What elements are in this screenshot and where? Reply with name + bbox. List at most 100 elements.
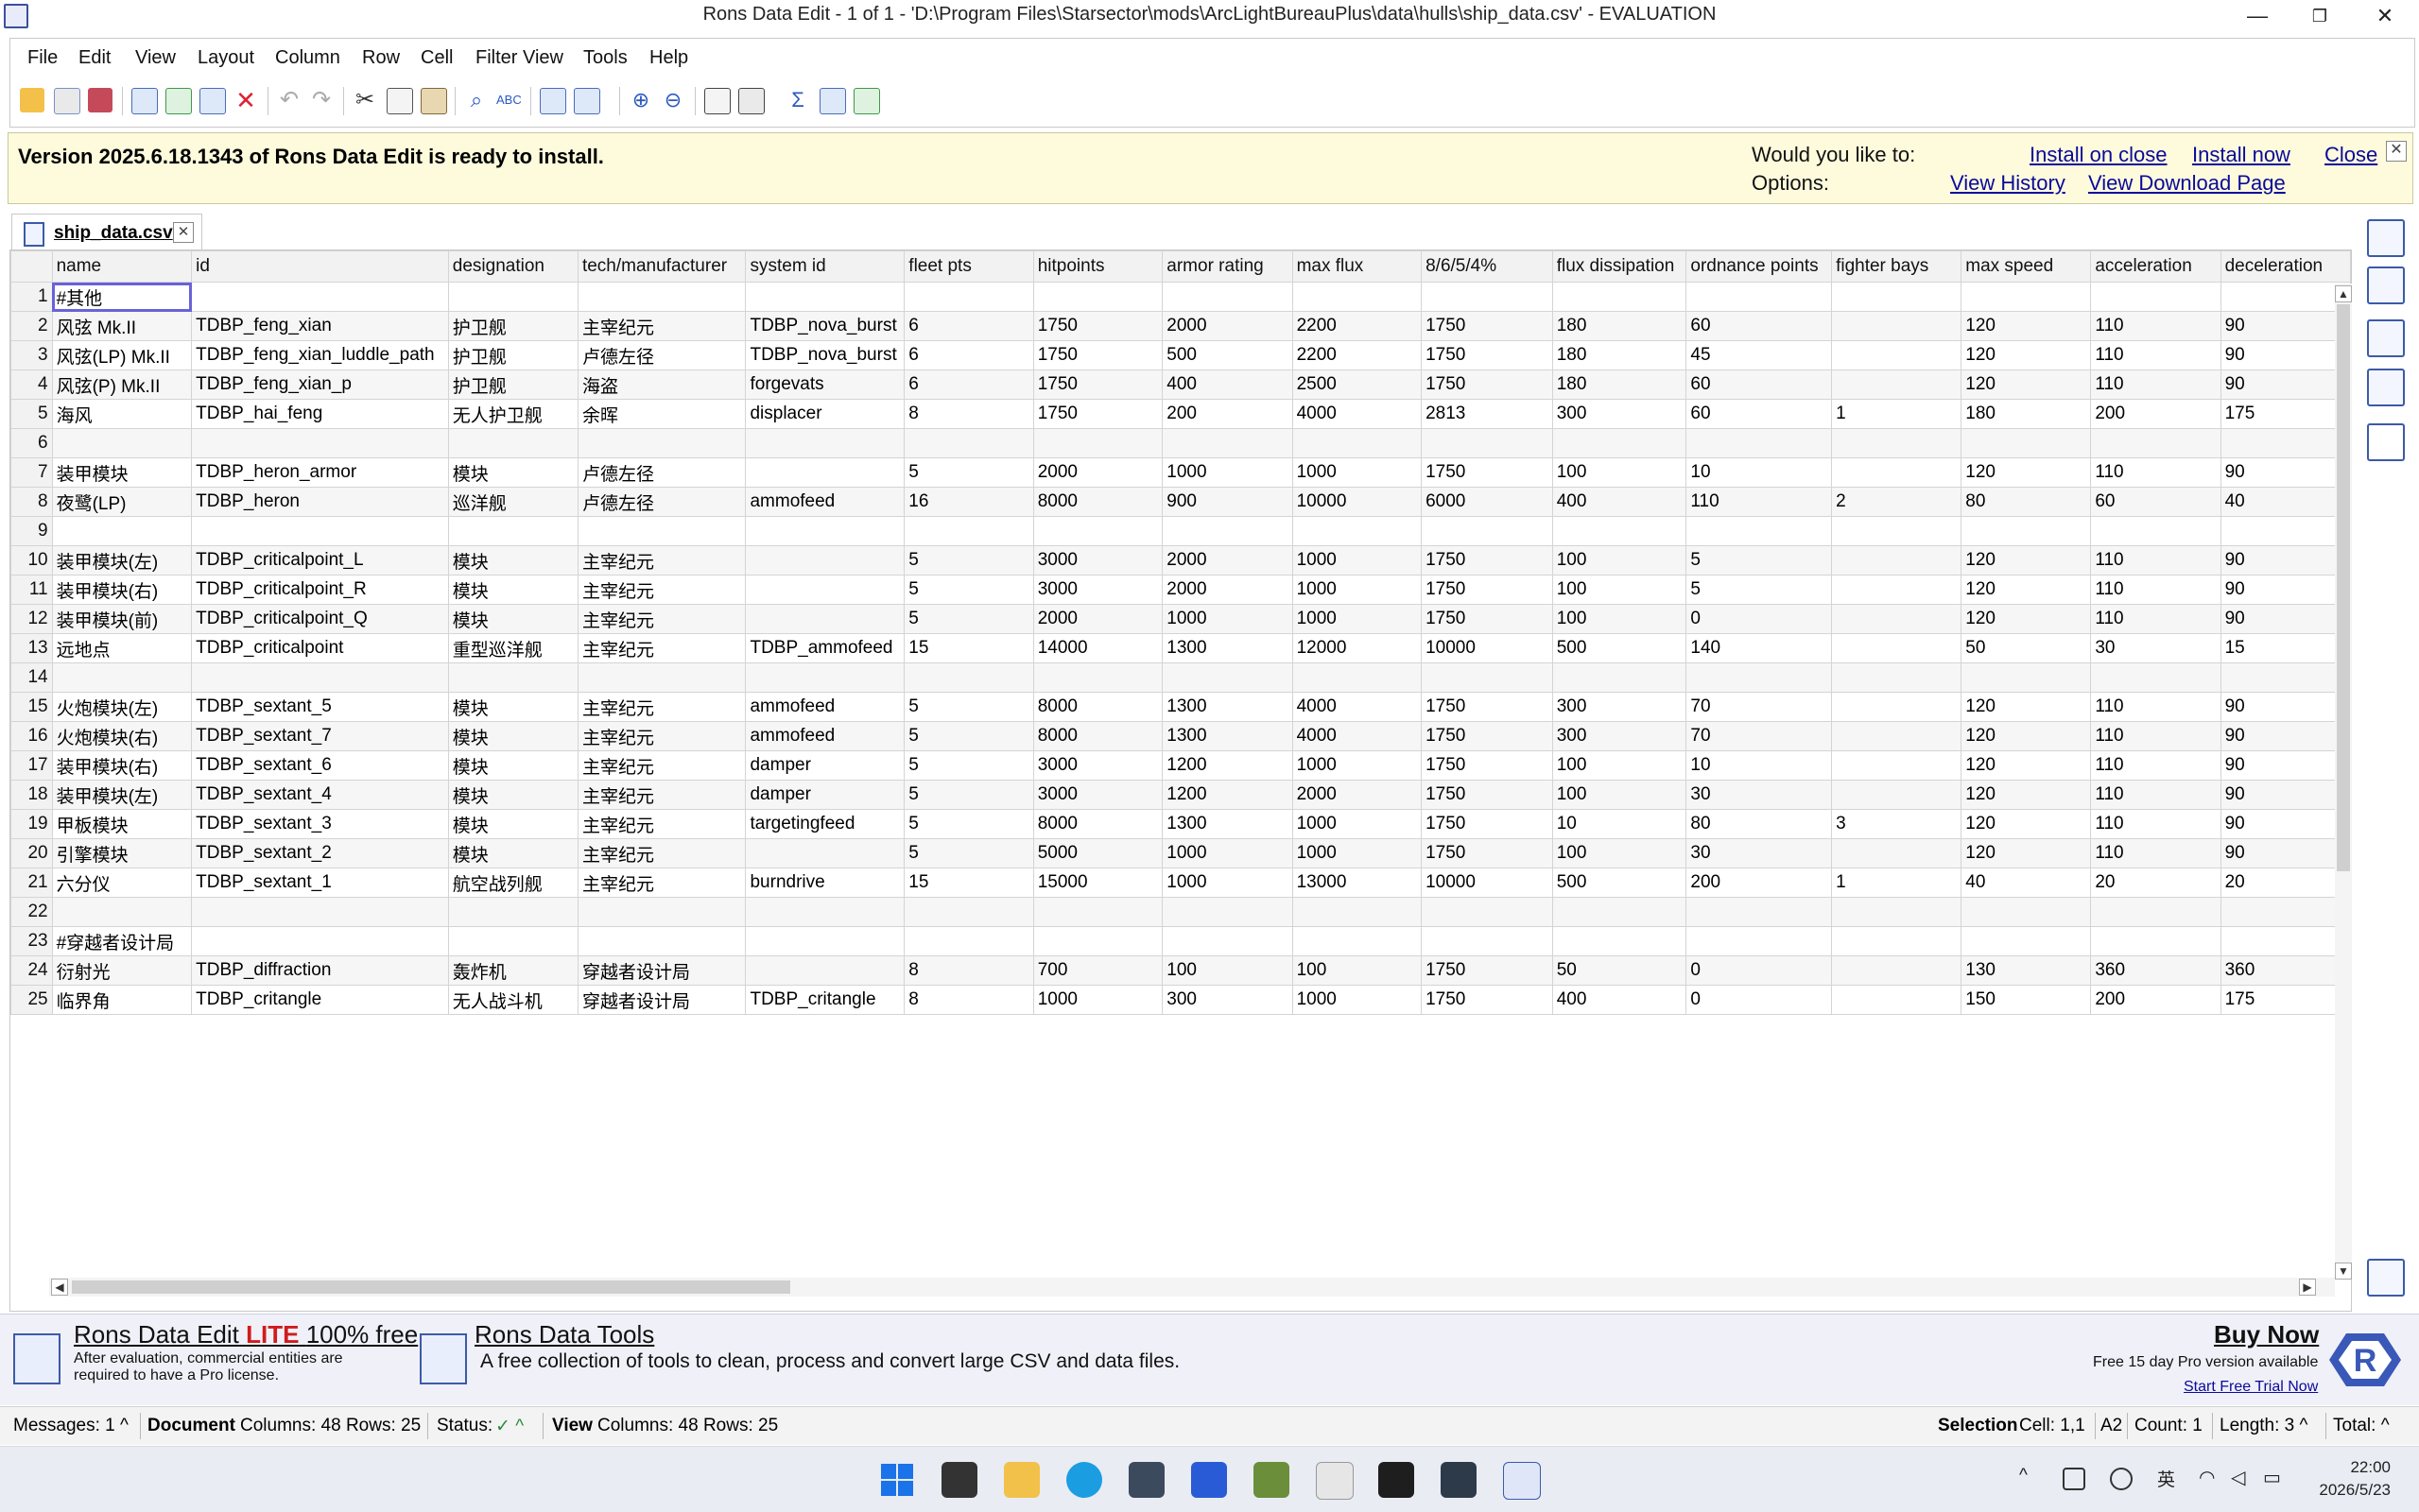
grid-cell[interactable]: [2220, 662, 2351, 693]
row-number[interactable]: 8: [10, 487, 53, 517]
grid-cell[interactable]: 1000: [1162, 868, 1293, 898]
grid-cell[interactable]: [51, 516, 193, 546]
grid-cell[interactable]: [1162, 897, 1293, 927]
grid-cell[interactable]: 500: [1551, 868, 1687, 898]
grid-cell[interactable]: 风弦(P) Mk.II: [51, 369, 193, 400]
grid-cell[interactable]: [1032, 897, 1164, 927]
grid-cell[interactable]: 10: [1685, 750, 1833, 781]
grid-cell[interactable]: [1961, 428, 2092, 458]
zoom-out-icon[interactable]: ⊖: [661, 88, 685, 112]
grid-cell[interactable]: [1961, 926, 2092, 956]
grid-cell[interactable]: [577, 428, 747, 458]
grid-cell[interactable]: 火炮模块(右): [51, 721, 193, 751]
grid-cell[interactable]: 300: [1551, 692, 1687, 722]
grid-cell[interactable]: 30: [1685, 780, 1833, 810]
excel-export-icon[interactable]: [854, 88, 880, 114]
table-row[interactable]: 25 临界角 TDBP_critangle 无人战斗机 穿越者设计局 TDBP_crita…: [10, 985, 2351, 1015]
grid-cell[interactable]: 风弦 Mk.II: [51, 311, 193, 341]
grid-cell[interactable]: 2200: [1291, 311, 1423, 341]
row-number[interactable]: 7: [10, 457, 53, 488]
grid-cell[interactable]: 110: [2090, 575, 2221, 605]
grid-cell[interactable]: 13000: [1291, 868, 1423, 898]
grid-cell[interactable]: 主宰纪元: [577, 721, 747, 751]
grid-cell[interactable]: [2090, 516, 2221, 546]
grid-cell[interactable]: 4000: [1291, 692, 1423, 722]
grid-cell[interactable]: 装甲模块: [51, 457, 193, 488]
copy-icon[interactable]: [387, 88, 413, 114]
grid-cell[interactable]: [1032, 926, 1164, 956]
grid-cell[interactable]: [745, 662, 906, 693]
grid-cell[interactable]: [2090, 926, 2221, 956]
grid-cell[interactable]: 1200: [1162, 750, 1293, 781]
scroll-up-icon[interactable]: ▲: [2335, 285, 2352, 302]
grid-cell[interactable]: [577, 897, 747, 927]
selection-length[interactable]: Length: 3 ^: [2220, 1416, 2307, 1436]
grid-cell[interactable]: TDBP_critangle: [745, 985, 906, 1015]
grid-cell[interactable]: [1162, 926, 1293, 956]
grid-cell[interactable]: 120: [1961, 575, 2092, 605]
insert-table-icon[interactable]: [131, 88, 158, 114]
grid-cell[interactable]: 110: [2090, 369, 2221, 400]
column-header[interactable]: max speed: [1961, 250, 2092, 283]
grid-cell[interactable]: 1750: [1421, 985, 1553, 1015]
grid-cell[interactable]: 110: [2090, 809, 2221, 839]
grid-cell[interactable]: 400: [1551, 487, 1687, 517]
grid-cell[interactable]: 模块: [447, 809, 579, 839]
table-row[interactable]: 19 甲板模块 TDBP_sextant_3 模块 主宰纪元 targetingfeed 5…: [10, 809, 2351, 839]
grid-cell[interactable]: 10000: [1421, 868, 1553, 898]
grid-cell[interactable]: 主宰纪元: [577, 868, 747, 898]
grid-cell[interactable]: [1551, 897, 1687, 927]
grid-cell[interactable]: [904, 428, 1034, 458]
grid-cell[interactable]: 130: [1961, 955, 2092, 986]
grid-cell[interactable]: 10000: [1291, 487, 1423, 517]
table-row[interactable]: 4 风弦(P) Mk.II TDBP_feng_xian_p 护卫舰 海盗 forgeva…: [10, 369, 2351, 400]
grid-cell[interactable]: 900: [1162, 487, 1293, 517]
ime-indicator[interactable]: 英: [2157, 1466, 2175, 1491]
grid-cell[interactable]: [2220, 428, 2351, 458]
table-row[interactable]: 17 装甲模块(右) TDBP_sextant_6 模块 主宰纪元 damper 5 3000…: [10, 750, 2351, 781]
column-options-icon[interactable]: [574, 88, 600, 114]
scroll-down-icon[interactable]: ▼: [2335, 1263, 2352, 1280]
grid-cell[interactable]: 8000: [1032, 692, 1164, 722]
grid-cell[interactable]: 2000: [1291, 780, 1423, 810]
grid-cell[interactable]: TDBP_sextant_2: [191, 838, 449, 868]
grid-cell[interactable]: 远地点: [51, 633, 193, 663]
grid-cell[interactable]: [1831, 545, 1962, 576]
grid-cell[interactable]: 10: [1551, 809, 1687, 839]
grid-cell[interactable]: 90: [2220, 340, 2351, 370]
row-number[interactable]: 15: [10, 692, 53, 722]
grid-cell[interactable]: 90: [2220, 721, 2351, 751]
spreadsheet-table[interactable]: name id designation tech/manufacturer system…: [10, 250, 2351, 1015]
grid-cell[interactable]: 8000: [1032, 721, 1164, 751]
column-header[interactable]: deceleration: [2220, 250, 2351, 283]
grid-cell[interactable]: 90: [2220, 604, 2351, 634]
open-folder-icon[interactable]: [20, 88, 44, 112]
column-header[interactable]: designation: [447, 250, 579, 283]
grid-cell[interactable]: [1032, 282, 1164, 312]
table-row[interactable]: 2 风弦 Mk.II TDBP_feng_xian 护卫舰 主宰纪元 TDBP_nova_…: [10, 311, 2351, 341]
column-header[interactable]: fleet pts: [904, 250, 1034, 283]
battery-icon[interactable]: ▭: [2263, 1466, 2281, 1489]
grid-cell[interactable]: 0: [1685, 604, 1833, 634]
grid-cell[interactable]: 1300: [1162, 809, 1293, 839]
grid-cell[interactable]: 2500: [1291, 369, 1423, 400]
grid-cell[interactable]: 60: [2090, 487, 2221, 517]
table-row[interactable]: 7 装甲模块 TDBP_heron_armor 模块 卢德左径 5 2000 1000 1000…: [10, 457, 2351, 488]
insert-column-icon[interactable]: [199, 88, 226, 114]
grid-cell[interactable]: [904, 926, 1034, 956]
grid-cell[interactable]: 20: [2220, 868, 2351, 898]
grid-cell[interactable]: 1000: [1291, 838, 1423, 868]
menu-cell[interactable]: Cell: [421, 47, 453, 69]
column-header[interactable]: 8/6/5/4%: [1421, 250, 1553, 283]
grid-cell[interactable]: damper: [745, 750, 906, 781]
grid-cell[interactable]: TDBP_criticalpoint_L: [191, 545, 449, 576]
grid-cell[interactable]: 4000: [1291, 399, 1423, 429]
grid-cell[interactable]: [1831, 369, 1962, 400]
row-number[interactable]: 14: [10, 662, 53, 693]
grid-cell[interactable]: 1750: [1421, 575, 1553, 605]
grid-cell[interactable]: 700: [1032, 955, 1164, 986]
install-on-close-link[interactable]: Install on close: [2030, 143, 2168, 167]
grid-cell[interactable]: 400: [1162, 369, 1293, 400]
grid-cell[interactable]: 穿越者设计局: [577, 985, 747, 1015]
grid-cell[interactable]: 1750: [1421, 955, 1553, 986]
